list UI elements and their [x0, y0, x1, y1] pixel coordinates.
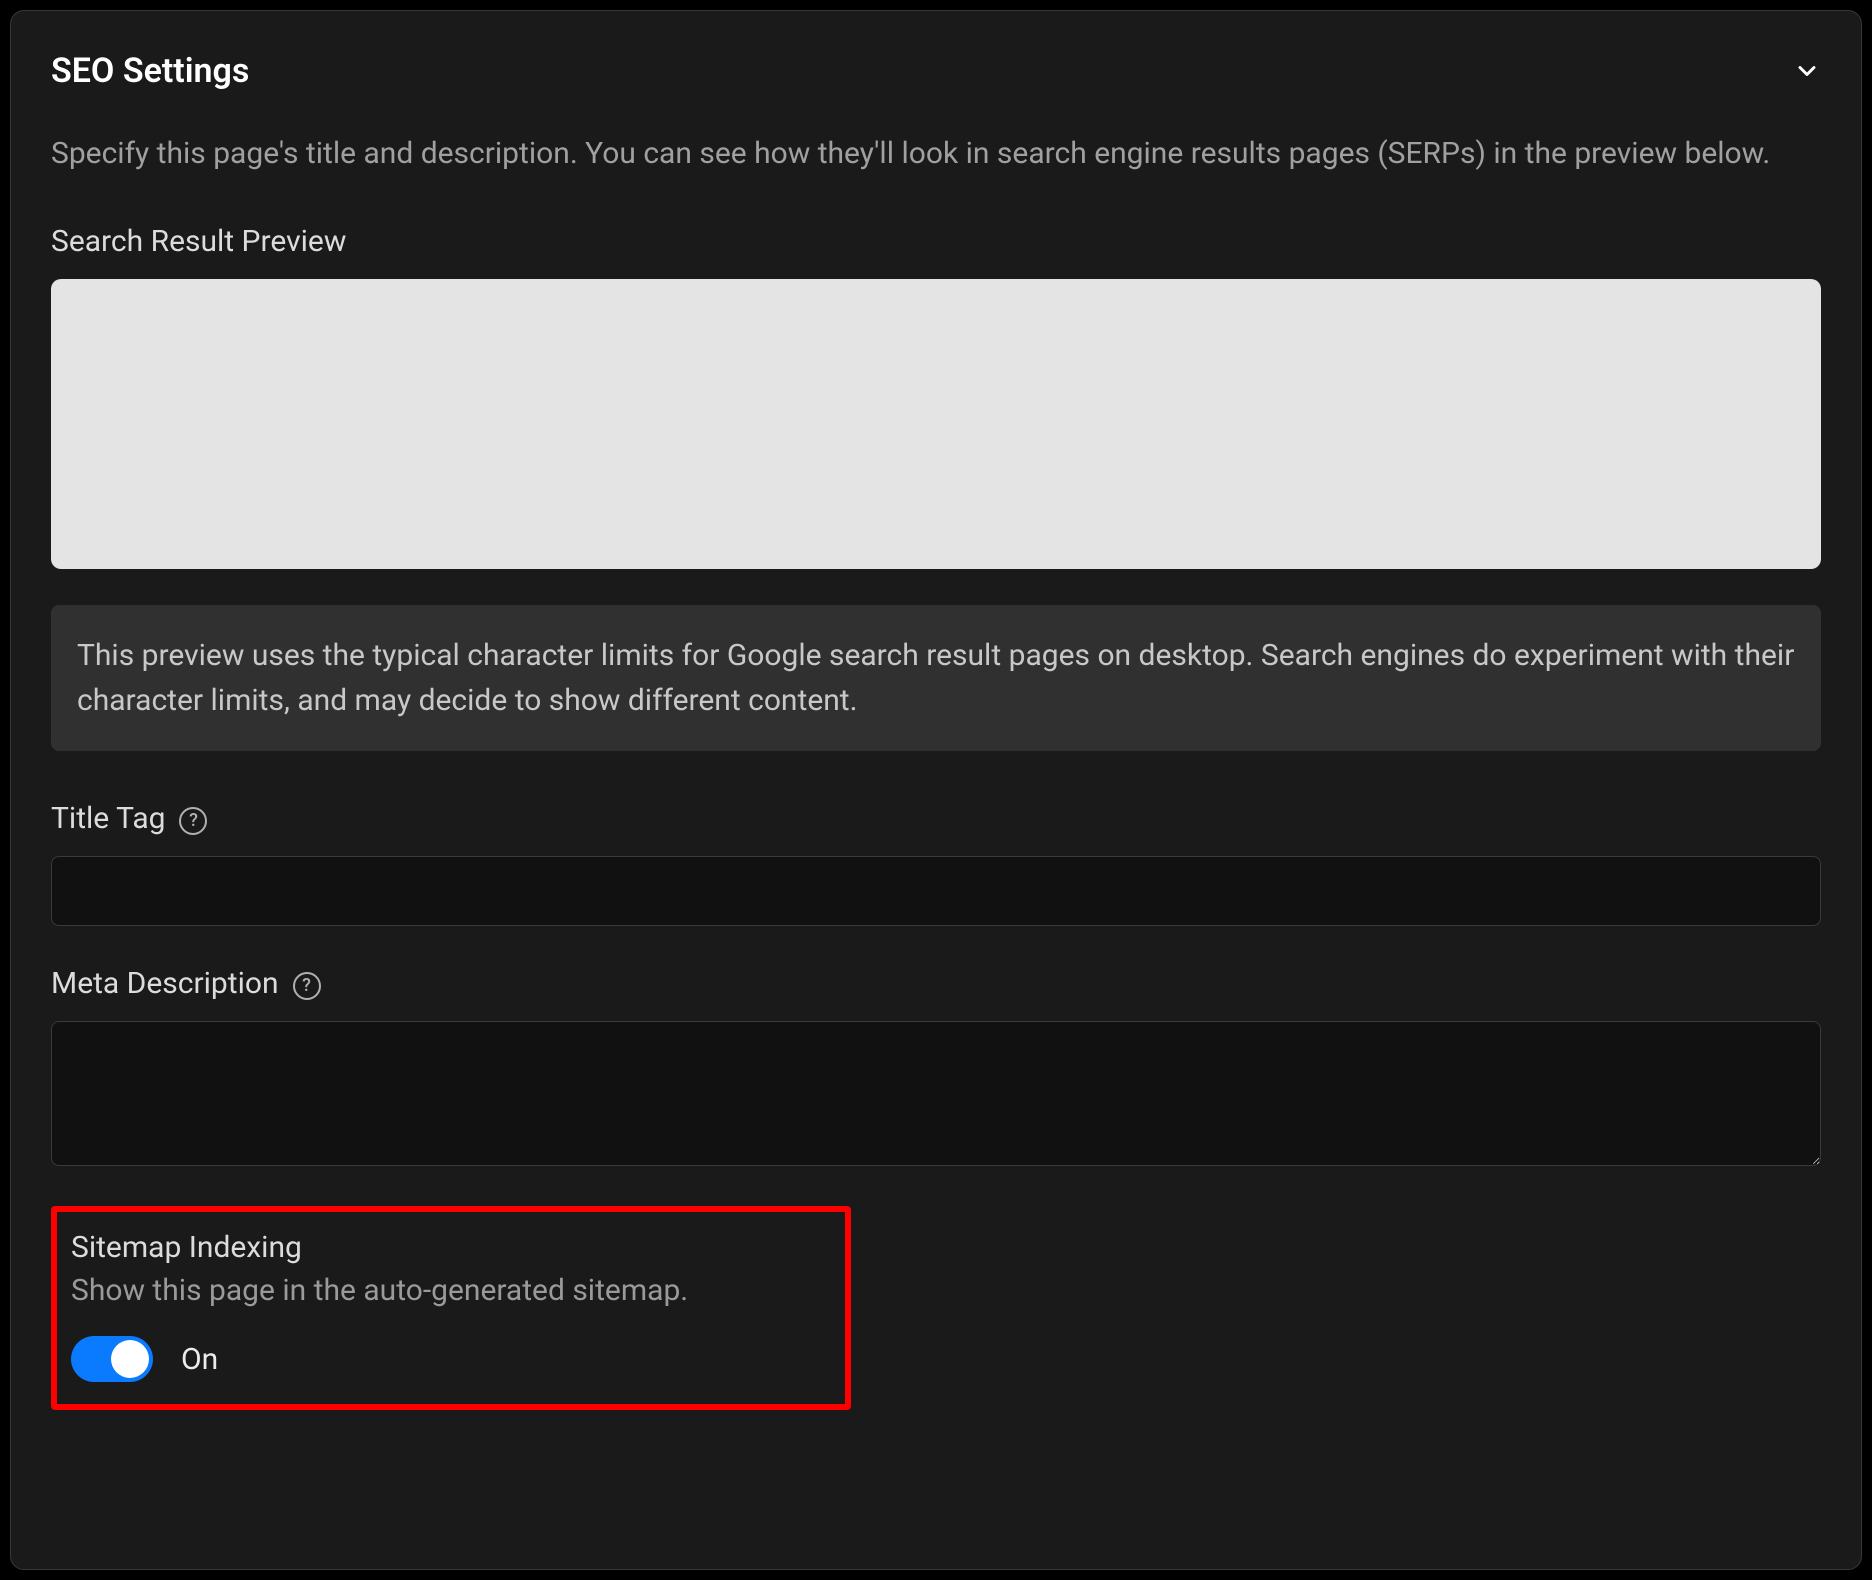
toggle-knob: [111, 1340, 149, 1378]
title-tag-label: Title Tag ?: [51, 801, 1821, 836]
sitemap-toggle-row: On: [71, 1336, 831, 1382]
sitemap-indexing-highlight: Sitemap Indexing Show this page in the a…: [51, 1206, 851, 1410]
sitemap-indexing-toggle[interactable]: [71, 1336, 153, 1382]
sitemap-indexing-label: Sitemap Indexing: [71, 1230, 831, 1265]
title-tag-label-text: Title Tag: [51, 801, 165, 836]
search-preview-label: Search Result Preview: [51, 224, 1821, 259]
help-icon[interactable]: ?: [293, 972, 321, 1000]
seo-settings-panel: SEO Settings Specify this page's title a…: [10, 10, 1862, 1570]
panel-description: Specify this page's title and descriptio…: [51, 131, 1821, 176]
panel-header: SEO Settings: [51, 51, 1821, 91]
meta-description-input[interactable]: [51, 1021, 1821, 1166]
panel-title: SEO Settings: [51, 51, 249, 91]
title-tag-input[interactable]: [51, 856, 1821, 926]
chevron-down-icon[interactable]: [1793, 57, 1821, 85]
sitemap-indexing-subtitle: Show this page in the auto-generated sit…: [71, 1273, 831, 1308]
preview-note: This preview uses the typical character …: [51, 605, 1821, 751]
sitemap-toggle-state: On: [181, 1342, 218, 1377]
help-icon[interactable]: ?: [179, 807, 207, 835]
search-result-preview: [51, 279, 1821, 569]
meta-description-label-text: Meta Description: [51, 966, 279, 1001]
meta-description-label: Meta Description ?: [51, 966, 1821, 1001]
